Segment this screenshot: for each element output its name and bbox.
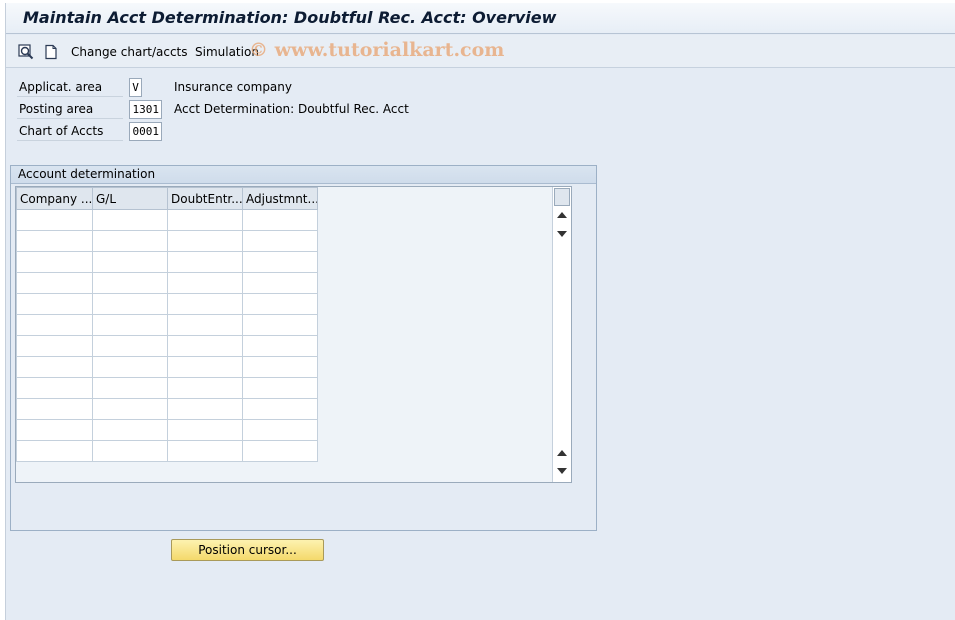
table-grid: Company ... G/L DoubtEntr... Adjustmnt..… [16,187,318,462]
table-cell[interactable] [167,314,243,336]
chart-of-accts-label: Chart of Accts [17,122,123,141]
column-header-company[interactable]: Company ... [16,187,93,210]
page-title: Maintain Acct Determination: Doubtful Re… [23,8,557,27]
table-cell[interactable] [16,419,93,441]
table-cell[interactable] [92,272,168,294]
posting-area-description: Acct Determination: Doubtful Rec. Acct [174,102,409,116]
table-cell[interactable] [16,398,93,420]
applicat-area-label: Applicat. area [17,78,123,97]
table-cell[interactable] [167,377,243,399]
account-determination-table: Company ... G/L DoubtEntr... Adjustmnt..… [15,186,572,483]
table-row [16,293,318,315]
account-determination-group: Account determination Company ... G/L Do… [10,165,597,531]
table-cell[interactable] [167,251,243,273]
table-cell[interactable] [167,419,243,441]
applicat-area-description: Insurance company [174,80,292,94]
table-cell[interactable] [16,377,93,399]
table-cell[interactable] [242,440,318,462]
table-cell[interactable] [16,209,93,231]
table-cell[interactable] [167,398,243,420]
table-cell[interactable] [167,293,243,315]
table-cell[interactable] [167,272,243,294]
watermark: © www.tutorialkart.com [249,39,505,61]
table-row [16,272,318,294]
table-cell[interactable] [92,314,168,336]
column-selection-button[interactable] [554,188,570,206]
table-row [16,209,318,231]
table-cell[interactable] [16,335,93,357]
column-header-doubtentr[interactable]: DoubtEntr... [167,187,243,210]
table-cell[interactable] [167,335,243,357]
table-cell[interactable] [167,440,243,462]
table-cell[interactable] [242,419,318,441]
table-cell[interactable] [92,398,168,420]
position-cursor-button[interactable]: Position cursor... [171,539,324,561]
column-header-adjustmnt[interactable]: Adjustmnt... [242,187,318,210]
table-cell[interactable] [242,293,318,315]
table-cell[interactable] [167,230,243,252]
posting-area-label: Posting area [17,100,123,119]
title-bar: Maintain Acct Determination: Doubtful Re… [6,3,955,34]
table-cell[interactable] [92,293,168,315]
table-cell[interactable] [92,377,168,399]
new-document-icon[interactable] [43,44,59,60]
table-row [16,314,318,336]
table-cell[interactable] [242,398,318,420]
table-cell[interactable] [242,209,318,231]
table-row [16,419,318,441]
chart-of-accts-field[interactable]: 0001 [129,122,162,141]
change-chart-accts-button[interactable]: Change chart/accts [71,45,188,59]
table-cell[interactable] [92,356,168,378]
scroll-page-down-icon[interactable] [557,468,567,474]
table-row [16,440,318,462]
account-determination-title: Account determination [11,166,596,184]
table-cell[interactable] [242,356,318,378]
table-cell[interactable] [92,419,168,441]
find-icon[interactable] [18,44,34,60]
table-cell[interactable] [16,314,93,336]
table-cell[interactable] [16,293,93,315]
column-header-gl[interactable]: G/L [92,187,168,210]
scroll-down-icon[interactable] [557,231,567,237]
table-cell[interactable] [16,356,93,378]
table-row [16,398,318,420]
sap-screen: Maintain Acct Determination: Doubtful Re… [5,3,955,620]
table-cell[interactable] [167,356,243,378]
table-cell[interactable] [242,335,318,357]
table-row [16,356,318,378]
table-cell[interactable] [242,272,318,294]
table-cell[interactable] [242,251,318,273]
table-row [16,377,318,399]
table-cell[interactable] [92,440,168,462]
table-row [16,230,318,252]
application-toolbar: Change chart/accts Simulation © www.tuto… [6,35,955,68]
table-cell[interactable] [92,251,168,273]
table-cell[interactable] [16,251,93,273]
applicat-area-field[interactable]: V [129,78,142,97]
table-cell[interactable] [92,230,168,252]
table-row [16,251,318,273]
table-cell[interactable] [242,230,318,252]
table-cell[interactable] [242,314,318,336]
scroll-up-icon[interactable] [557,212,567,218]
table-cell[interactable] [92,335,168,357]
table-cell[interactable] [167,209,243,231]
table-row [16,335,318,357]
posting-area-field[interactable]: 1301 [129,100,162,119]
table-cell[interactable] [242,377,318,399]
scroll-page-up-icon[interactable] [557,450,567,456]
table-header-row: Company ... G/L DoubtEntr... Adjustmnt..… [16,187,318,210]
table-cell[interactable] [16,230,93,252]
table-vertical-scrollbar[interactable] [552,187,571,482]
table-cell[interactable] [16,272,93,294]
table-cell[interactable] [16,440,93,462]
table-cell[interactable] [92,209,168,231]
